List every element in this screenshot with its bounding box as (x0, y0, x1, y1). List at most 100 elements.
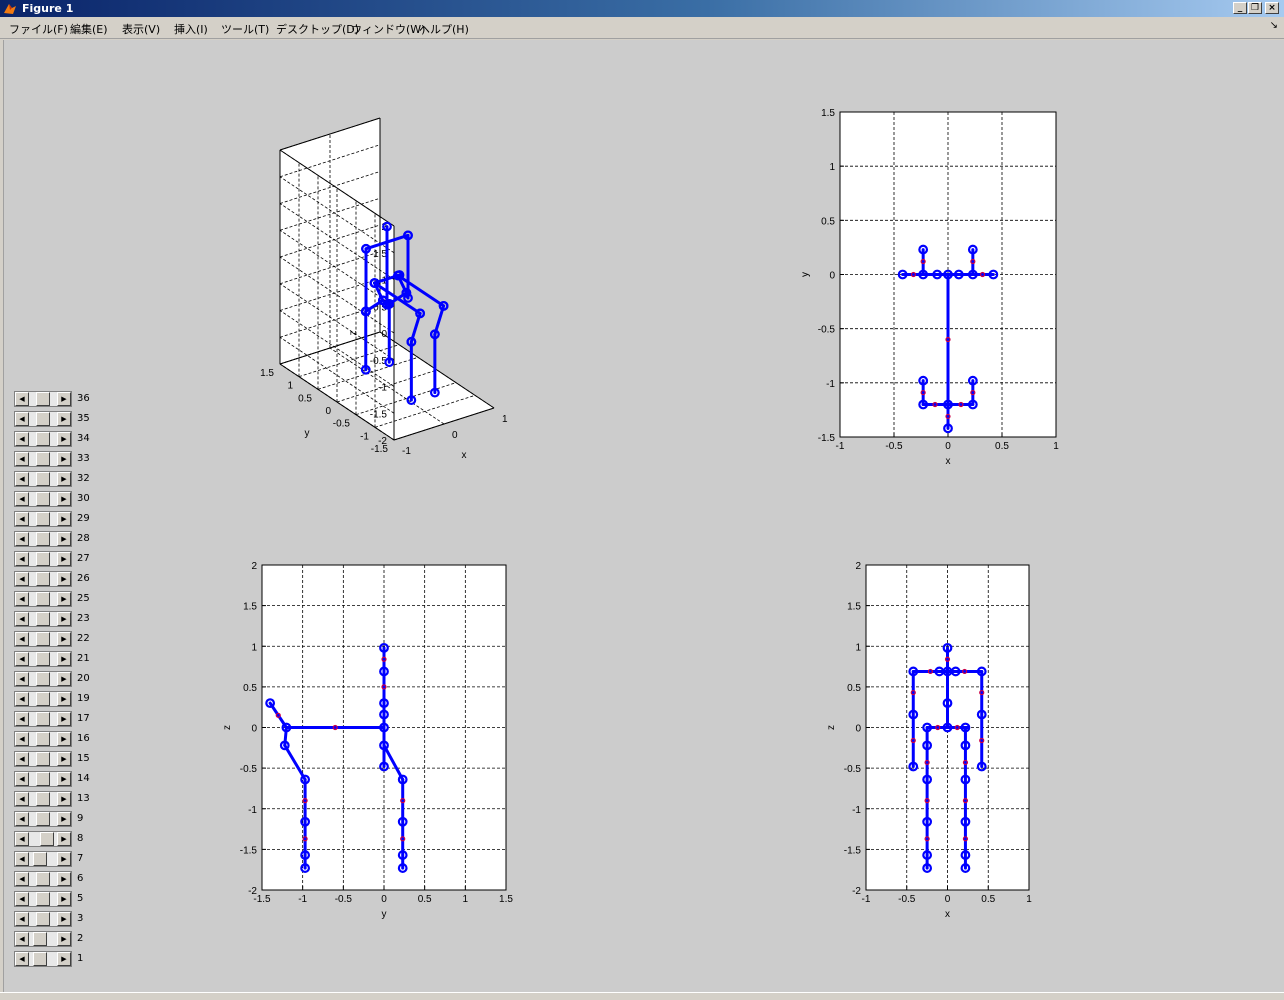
slider-left-arrow-icon[interactable]: ◀ (15, 812, 29, 826)
slider-right-arrow-icon[interactable]: ▶ (57, 712, 71, 726)
slider-thumb[interactable] (36, 552, 50, 566)
slider-thumb[interactable] (36, 912, 50, 926)
slider-left-arrow-icon[interactable]: ◀ (15, 652, 29, 666)
slider-left-arrow-icon[interactable]: ◀ (15, 712, 29, 726)
slider-right-arrow-icon[interactable]: ▶ (57, 592, 71, 606)
slider-left-arrow-icon[interactable]: ◀ (15, 492, 29, 506)
slider-thumb[interactable] (36, 412, 50, 426)
slider-thumb[interactable] (36, 512, 50, 526)
joint-slider[interactable]: ◀ ▶ (14, 531, 72, 547)
joint-slider[interactable]: ◀ ▶ (14, 691, 72, 707)
joint-slider[interactable]: ◀ ▶ (14, 591, 72, 607)
slider-right-arrow-icon[interactable]: ▶ (57, 472, 71, 486)
slider-thumb[interactable] (36, 392, 50, 406)
slider-thumb[interactable] (36, 612, 50, 626)
slider-thumb[interactable] (40, 832, 55, 846)
slider-left-arrow-icon[interactable]: ◀ (15, 852, 29, 866)
slider-right-arrow-icon[interactable]: ▶ (57, 772, 71, 786)
slider-left-arrow-icon[interactable]: ◀ (15, 912, 29, 926)
slider-right-arrow-icon[interactable]: ▶ (57, 792, 71, 806)
slider-left-arrow-icon[interactable]: ◀ (15, 952, 29, 966)
slider-left-arrow-icon[interactable]: ◀ (15, 752, 29, 766)
slider-left-arrow-icon[interactable]: ◀ (15, 932, 29, 946)
joint-slider[interactable]: ◀ ▶ (14, 411, 72, 427)
slider-right-arrow-icon[interactable]: ▶ (57, 812, 71, 826)
joint-slider[interactable]: ◀ ▶ (14, 831, 72, 847)
slider-thumb[interactable] (36, 632, 50, 646)
slider-right-arrow-icon[interactable]: ▶ (57, 412, 71, 426)
slider-thumb[interactable] (33, 932, 48, 946)
joint-slider[interactable]: ◀ ▶ (14, 711, 72, 727)
slider-left-arrow-icon[interactable]: ◀ (15, 452, 29, 466)
slider-left-arrow-icon[interactable]: ◀ (15, 412, 29, 426)
joint-slider[interactable]: ◀ ▶ (14, 851, 72, 867)
slider-thumb[interactable] (33, 852, 48, 866)
joint-slider[interactable]: ◀ ▶ (14, 791, 72, 807)
slider-right-arrow-icon[interactable]: ▶ (57, 612, 71, 626)
slider-left-arrow-icon[interactable]: ◀ (15, 472, 29, 486)
joint-slider[interactable]: ◀ ▶ (14, 551, 72, 567)
joint-slider[interactable]: ◀ ▶ (14, 431, 72, 447)
slider-left-arrow-icon[interactable]: ◀ (15, 772, 29, 786)
slider-thumb[interactable] (36, 792, 50, 806)
joint-slider[interactable]: ◀ ▶ (14, 731, 72, 747)
joint-slider[interactable]: ◀ ▶ (14, 651, 72, 667)
joint-slider[interactable]: ◀ ▶ (14, 811, 72, 827)
slider-right-arrow-icon[interactable]: ▶ (57, 532, 71, 546)
slider-right-arrow-icon[interactable]: ▶ (57, 952, 71, 966)
joint-slider[interactable]: ◀ ▶ (14, 671, 72, 687)
slider-thumb[interactable] (36, 752, 50, 766)
slider-thumb[interactable] (36, 812, 50, 826)
slider-left-arrow-icon[interactable]: ◀ (15, 692, 29, 706)
slider-right-arrow-icon[interactable]: ▶ (57, 852, 71, 866)
joint-slider[interactable]: ◀ ▶ (14, 631, 72, 647)
slider-right-arrow-icon[interactable]: ▶ (57, 752, 71, 766)
slider-left-arrow-icon[interactable]: ◀ (15, 892, 29, 906)
slider-left-arrow-icon[interactable]: ◀ (15, 732, 29, 746)
slider-thumb[interactable] (36, 872, 50, 886)
slider-thumb[interactable] (36, 652, 50, 666)
slider-right-arrow-icon[interactable]: ▶ (57, 512, 71, 526)
slider-left-arrow-icon[interactable]: ◀ (15, 632, 29, 646)
joint-slider[interactable]: ◀ ▶ (14, 871, 72, 887)
slider-thumb[interactable] (36, 572, 50, 586)
slider-right-arrow-icon[interactable]: ▶ (57, 452, 71, 466)
slider-thumb[interactable] (36, 592, 50, 606)
joint-slider[interactable]: ◀ ▶ (14, 511, 72, 527)
slider-thumb[interactable] (36, 452, 50, 466)
slider-right-arrow-icon[interactable]: ▶ (57, 392, 71, 406)
slider-thumb[interactable] (36, 472, 50, 486)
slider-thumb[interactable] (36, 772, 50, 786)
joint-slider[interactable]: ◀ ▶ (14, 751, 72, 767)
slider-left-arrow-icon[interactable]: ◀ (15, 792, 29, 806)
slider-left-arrow-icon[interactable]: ◀ (15, 532, 29, 546)
slider-thumb[interactable] (36, 672, 50, 686)
slider-right-arrow-icon[interactable]: ▶ (57, 632, 71, 646)
joint-slider[interactable]: ◀ ▶ (14, 951, 72, 967)
slider-left-arrow-icon[interactable]: ◀ (15, 872, 29, 886)
slider-right-arrow-icon[interactable]: ▶ (57, 932, 71, 946)
slider-right-arrow-icon[interactable]: ▶ (57, 692, 71, 706)
slider-left-arrow-icon[interactable]: ◀ (15, 392, 29, 406)
slider-left-arrow-icon[interactable]: ◀ (15, 552, 29, 566)
joint-slider[interactable]: ◀ ▶ (14, 931, 72, 947)
slider-right-arrow-icon[interactable]: ▶ (57, 432, 71, 446)
slider-thumb[interactable] (36, 732, 50, 746)
slider-right-arrow-icon[interactable]: ▶ (57, 652, 71, 666)
slider-right-arrow-icon[interactable]: ▶ (57, 572, 71, 586)
slider-right-arrow-icon[interactable]: ▶ (57, 912, 71, 926)
slider-right-arrow-icon[interactable]: ▶ (57, 672, 71, 686)
joint-slider[interactable]: ◀ ▶ (14, 391, 72, 407)
slider-thumb[interactable] (36, 432, 50, 446)
slider-thumb[interactable] (36, 892, 50, 906)
slider-right-arrow-icon[interactable]: ▶ (57, 872, 71, 886)
slider-left-arrow-icon[interactable]: ◀ (15, 612, 29, 626)
slider-left-arrow-icon[interactable]: ◀ (15, 512, 29, 526)
slider-left-arrow-icon[interactable]: ◀ (15, 592, 29, 606)
slider-right-arrow-icon[interactable]: ▶ (57, 892, 71, 906)
slider-left-arrow-icon[interactable]: ◀ (15, 572, 29, 586)
slider-right-arrow-icon[interactable]: ▶ (57, 552, 71, 566)
slider-right-arrow-icon[interactable]: ▶ (57, 492, 71, 506)
slider-thumb[interactable] (36, 692, 50, 706)
joint-slider[interactable]: ◀ ▶ (14, 451, 72, 467)
